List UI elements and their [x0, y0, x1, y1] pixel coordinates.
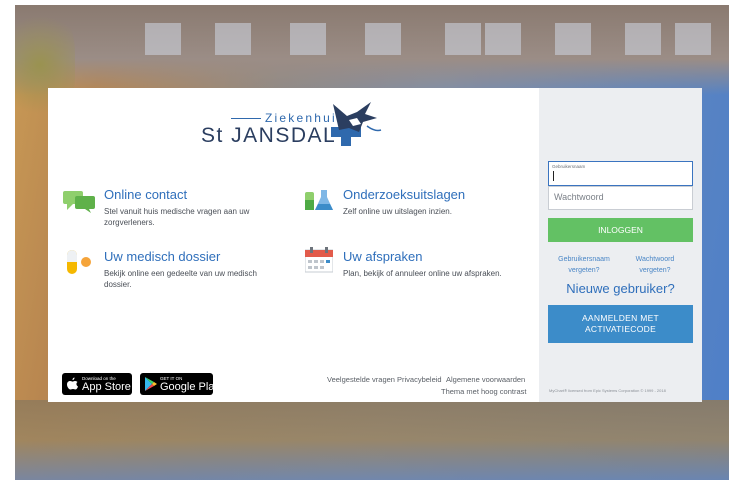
- calendar-icon: [305, 247, 333, 273]
- feature-desc-onderzoeksuitslagen: Zelf online uw uitslagen inzien.: [343, 207, 452, 216]
- window: [290, 23, 326, 55]
- activation-line-1: AANMELDEN MET: [581, 313, 660, 323]
- chat-bubbles-icon: [63, 191, 95, 213]
- feature-title-medisch-dossier[interactable]: Uw medisch dossier: [104, 249, 220, 264]
- feature-desc-afspraken: Plan, bekijk of annuleer online uw afspr…: [343, 269, 502, 278]
- ground-area: [15, 400, 729, 480]
- faq-link[interactable]: Veelgestelde vragen: [327, 375, 395, 384]
- feature-title-afspraken[interactable]: Uw afspraken: [343, 249, 422, 264]
- logo-rule: [231, 118, 261, 119]
- new-user-link[interactable]: Nieuwe gebruiker?: [548, 281, 693, 296]
- window: [145, 23, 181, 55]
- username-label: Gebruikersnaam: [552, 164, 586, 169]
- password-field[interactable]: Wachtwoord: [548, 186, 693, 210]
- feature-desc-medisch-dossier: Bekijk online een gedeelte van uw medisc…: [104, 269, 257, 289]
- google-play-label: Google Play: [160, 381, 220, 393]
- google-play-icon: [145, 377, 157, 391]
- medicine-capsule-icon: [67, 250, 91, 274]
- privacy-link[interactable]: Privacybeleid: [397, 375, 442, 384]
- activation-code-button[interactable]: AANMELDEN MET ACTIVATIECODE: [548, 305, 693, 343]
- window: [365, 23, 401, 55]
- username-field[interactable]: Gebruikersnaam: [548, 161, 693, 186]
- high-contrast-link[interactable]: Thema met hoog contrast: [441, 387, 526, 396]
- logo-title: St JANSDAL: [201, 124, 337, 147]
- feature-desc-online-contact: Stel vanuit huis medische vragen aan uw …: [104, 207, 250, 227]
- forgot-password-link[interactable]: Wachtwoord vergeten?: [623, 254, 687, 276]
- activation-line-2: ACTIVATIECODE: [584, 324, 657, 334]
- window: [215, 23, 251, 55]
- app-store-label: App Store: [82, 381, 131, 393]
- stork-logo-icon: [331, 102, 382, 146]
- login-button[interactable]: INLOGGEN: [548, 218, 693, 242]
- lab-flasks-icon: [305, 190, 333, 210]
- terms-link[interactable]: Algemene voorwaarden: [446, 375, 525, 384]
- text-caret: [553, 171, 554, 181]
- copyright-text: MyChart® licensed from Epic Systems Corp…: [549, 388, 666, 393]
- google-play-button[interactable]: GET IT ON Google Play: [140, 373, 220, 395]
- apple-icon: [67, 377, 78, 390]
- forgot-username-link[interactable]: Gebruikersnaam vergeten?: [552, 254, 616, 276]
- window: [555, 23, 591, 55]
- feature-title-onderzoeksuitslagen[interactable]: Onderzoeksuitslagen: [343, 187, 465, 202]
- window: [445, 23, 481, 55]
- window: [485, 23, 521, 55]
- login-panel: [539, 88, 702, 402]
- app-store-button[interactable]: Download on the App Store: [62, 373, 132, 395]
- window: [625, 23, 661, 55]
- feature-title-online-contact[interactable]: Online contact: [104, 187, 187, 202]
- window: [675, 23, 711, 55]
- password-placeholder: Wachtwoord: [554, 192, 604, 202]
